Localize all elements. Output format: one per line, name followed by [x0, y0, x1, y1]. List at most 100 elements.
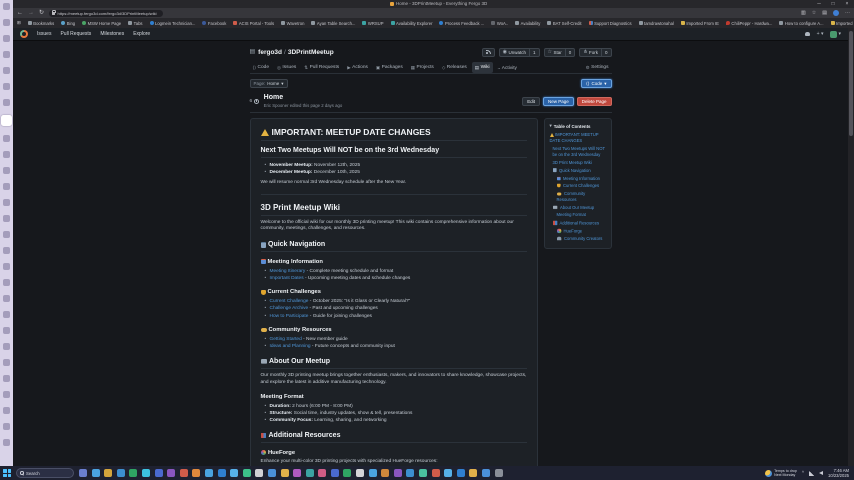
tab-activity[interactable]: ~Activity — [495, 63, 520, 73]
bookmark-item[interactable]: Facebook — [202, 21, 226, 26]
pinned-app-icon[interactable] — [406, 469, 414, 477]
close-button[interactable]: × — [840, 0, 854, 8]
pinned-app-icon[interactable] — [356, 469, 364, 477]
pinned-app-icon[interactable] — [104, 469, 112, 477]
pinned-app-icon[interactable] — [381, 469, 389, 477]
new-page-button[interactable]: New Page — [543, 97, 574, 106]
bookmark-item[interactable]: Availability Explorer — [391, 21, 433, 26]
pinned-app-icon[interactable] — [192, 469, 200, 477]
bookmark-item[interactable]: Logmein Technician... — [150, 21, 196, 26]
vertical-tab[interactable] — [3, 359, 10, 366]
toc-link[interactable]: HueForge — [557, 228, 606, 235]
bookmark-item[interactable]: BAT Self-Credit — [547, 21, 581, 26]
vertical-tab[interactable] — [3, 183, 10, 190]
pinned-app-icon[interactable] — [343, 469, 351, 477]
toc-link[interactable]: Quick Navigation — [553, 167, 606, 174]
browser-profile-avatar[interactable] — [833, 10, 839, 16]
pinned-app-icon[interactable] — [281, 469, 289, 477]
toc-link[interactable]: IMPORTANT: MEETUP DATE CHANGES — [550, 132, 606, 144]
vertical-tab[interactable] — [3, 35, 10, 42]
vertical-tab[interactable] — [3, 83, 10, 90]
vertical-tab[interactable] — [3, 135, 10, 142]
pinned-app-icon[interactable] — [331, 469, 339, 477]
repo-owner-link[interactable]: fergo3d — [258, 49, 282, 56]
nav-explore[interactable]: Explore — [133, 31, 150, 37]
refresh-icon[interactable]: ↻ — [39, 10, 44, 16]
toc-link[interactable]: Additional Resources — [553, 220, 606, 227]
pinned-app-icon[interactable] — [230, 469, 238, 477]
apps-grid-icon[interactable]: ⊞ — [17, 21, 21, 26]
start-button[interactable] — [3, 469, 11, 477]
wiki-page-selector[interactable]: Page: Home ▾ — [250, 79, 288, 88]
back-icon[interactable]: ← — [17, 10, 23, 16]
vertical-tab[interactable] — [3, 51, 10, 58]
maximize-button[interactable]: □ — [826, 0, 840, 8]
vertical-tab[interactable] — [3, 3, 10, 10]
pinned-app-icon[interactable] — [205, 469, 213, 477]
vertical-tab[interactable] — [3, 67, 10, 74]
notifications-bell-icon[interactable] — [805, 32, 810, 37]
toc-link[interactable]: 3D Print Meetup Wiki — [553, 160, 606, 166]
forgejo-logo[interactable] — [20, 30, 28, 38]
challenge-archive-link[interactable]: Challenge Archive — [270, 306, 309, 311]
vertical-tab[interactable] — [3, 199, 10, 206]
star-button[interactable]: ☆Star 0 — [544, 48, 576, 57]
bookmark-item[interactable]: Wavetron — [281, 21, 304, 26]
pinned-app-icon[interactable] — [180, 469, 188, 477]
tab-actions[interactable]: ▶Actions — [344, 62, 371, 73]
pinned-app-icon[interactable] — [167, 469, 175, 477]
bookmark-item[interactable]: ChiliPeppr - Hardwa... — [726, 21, 772, 26]
delete-page-button[interactable]: Delete Page — [577, 97, 612, 106]
toc-title[interactable]: ▾Table of Contents — [550, 123, 606, 129]
toc-link[interactable]: Meeting Format — [557, 212, 606, 218]
toc-link[interactable]: Community Resources — [557, 191, 606, 203]
toc-link[interactable]: Meeting Information — [557, 176, 606, 182]
repo-name-link[interactable]: 3DPrintMeetup — [288, 49, 334, 56]
pinned-app-icon[interactable] — [394, 469, 402, 477]
toc-link[interactable]: About Our Meetup — [553, 205, 606, 211]
pinned-app-icon[interactable] — [457, 469, 465, 477]
vertical-tab[interactable] — [3, 375, 10, 382]
bookmark-item[interactable]: Availability — [515, 21, 540, 26]
nav-milestones[interactable]: Milestones — [100, 31, 124, 37]
bookmark-item[interactable]: Imported From IE (1) — [831, 21, 854, 26]
pinned-app-icon[interactable] — [142, 469, 150, 477]
collections-icon[interactable]: ▤ — [822, 10, 827, 16]
current-challenge-link[interactable]: Current Challenge — [270, 299, 309, 304]
pinned-app-icon[interactable] — [482, 469, 490, 477]
bookmark-item[interactable]: Tabs — [128, 21, 142, 26]
tab-wiki[interactable]: ▤Wiki — [472, 62, 493, 73]
address-bar[interactable]: https://meetup.fergo3d.com/fergo3d/3DPri… — [49, 10, 163, 17]
vertical-tab[interactable] — [3, 247, 10, 254]
vertical-tab[interactable] — [3, 295, 10, 302]
pinned-app-icon[interactable] — [369, 469, 377, 477]
vertical-tab[interactable] — [3, 215, 10, 222]
nav-pull-requests[interactable]: Pull Requests — [60, 31, 91, 37]
bookmark-item[interactable]: Bing — [61, 21, 75, 26]
how-to-participate-link[interactable]: How to Participate — [270, 314, 309, 319]
pinned-app-icon[interactable] — [432, 469, 440, 477]
bookmark-item[interactable]: Ayan Table Search... — [311, 21, 355, 26]
vertical-tab[interactable] — [3, 263, 10, 270]
bookmark-item[interactable]: MSW Home Page — [82, 21, 121, 26]
vertical-tab[interactable] — [3, 167, 10, 174]
bookmark-item[interactable]: How to configure A... — [779, 21, 823, 26]
page-scrollbar[interactable] — [848, 28, 854, 466]
fork-button[interactable]: ⋔Fork 0 — [579, 48, 611, 57]
bookmark-item[interactable]: Process Feedback ... — [439, 21, 484, 26]
weather-widget[interactable]: Temps to drop Next Monday — [765, 469, 797, 478]
volume-icon[interactable] — [819, 471, 823, 475]
tab-packages[interactable]: ▣Packages — [373, 62, 406, 73]
vertical-tab[interactable] — [3, 343, 10, 350]
vertical-tab[interactable] — [3, 279, 10, 286]
pinned-app-icon[interactable] — [306, 469, 314, 477]
pinned-app-icon[interactable] — [117, 469, 125, 477]
user-menu[interactable]: ▾ — [830, 31, 841, 38]
pinned-app-icon[interactable] — [268, 469, 276, 477]
pinned-app-icon[interactable] — [318, 469, 326, 477]
vertical-tab[interactable] — [3, 407, 10, 414]
taskbar-clock[interactable]: 7:46 AM 10/23/2025 — [828, 468, 849, 479]
vertical-tab[interactable] — [3, 231, 10, 238]
tray-overflow-chevron[interactable]: ^ — [802, 471, 804, 476]
favorites-star-icon[interactable]: ☆ — [812, 10, 816, 16]
